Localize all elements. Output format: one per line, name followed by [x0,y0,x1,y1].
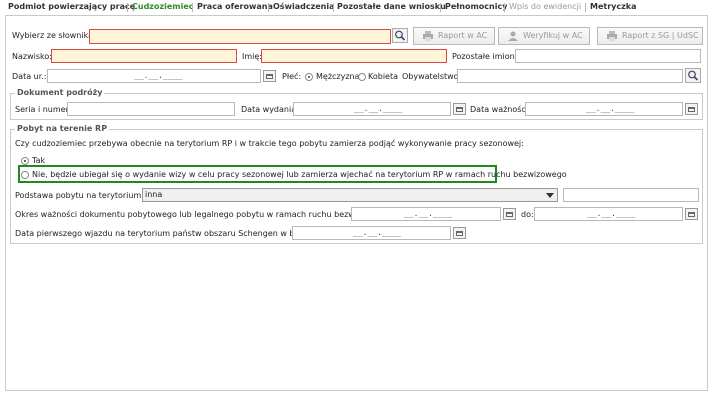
tab-pelnomocnicy[interactable]: Pełnomocnicy [445,1,507,13]
citizenship-label: Obywatelstwo: [402,72,462,81]
basis-select[interactable]: inna [142,188,558,202]
expiry-date-mask: __.__.____ [586,104,635,113]
validity-from-mask: __.__.____ [404,209,453,218]
basis-value: inna [145,190,163,199]
sex-female-radio[interactable] [358,73,366,81]
basis-label: Podstawa pobytu na terytorium RP: [15,191,157,200]
validity-label: Okres ważności dokumentu pobytowego lub … [15,210,403,219]
tab-separator [127,3,128,12]
weryfikuj-ac-label: Weryfikuj w AC [523,31,583,40]
issue-date-input[interactable]: __.__.____ [293,102,451,116]
surname-label: Nazwisko: [12,52,52,61]
calendar-icon[interactable] [453,227,466,239]
tab-metryczka[interactable]: Metryczka [590,1,637,13]
validity-to-input[interactable]: __.__.____ [534,207,683,221]
search-icon [395,30,406,41]
tab-wpis-do-ewidencji: Wpis do ewidencji [509,2,582,11]
calendar-icon[interactable] [685,208,698,220]
validity-to-label: do: [521,210,534,219]
tab-separator [585,3,586,12]
validity-to-mask: __.__.____ [587,209,636,218]
search-button[interactable] [392,28,408,43]
series-label: Seria i numer: [15,105,72,114]
firstname-input[interactable] [261,49,447,63]
birthdate-label: Data ur.: [12,72,47,81]
schengen-input[interactable]: __.__.____ [292,226,451,240]
tab-oswiadczenia[interactable]: Oświadczenia [273,1,334,13]
calendar-icon[interactable] [503,208,516,220]
expiry-date-input[interactable]: __.__.____ [525,102,683,116]
raport-ac-label: Raport w AC [438,31,488,40]
citizenship-search-button[interactable] [685,68,701,83]
chevron-down-icon [546,193,554,198]
validity-from-input[interactable]: __.__.____ [351,207,501,221]
user-icon [508,31,518,41]
search-icon [688,70,699,81]
sex-male-label: Mężczyzna [316,72,360,81]
birthdate-input[interactable]: __.__.____ [47,69,261,83]
weryfikuj-ac-button[interactable]: Weryfikuj w AC [498,27,590,45]
stay-question: Czy cudzoziemiec przebywa obecnie na ter… [15,139,524,148]
firstname-label: Imię: [242,52,262,61]
basis-extra-input[interactable] [563,188,699,202]
series-input[interactable] [67,102,235,116]
dictionary-input[interactable] [89,29,391,44]
tab-bar: Podmiot powierzający pracę Cudzoziemiec … [0,0,715,14]
calendar-icon[interactable] [453,103,466,115]
dictionary-label: Wybierz ze słownika: [12,31,96,40]
sex-label: Płeć: [282,72,302,81]
surname-input[interactable] [51,49,237,63]
printer-icon [423,31,433,41]
tab-separator [192,3,193,12]
tab-pozostale-dane[interactable]: Pozostałe dane wniosku [337,1,446,13]
travel-document-title: Dokument podróży [15,88,105,98]
tab-separator [268,3,269,12]
tab-separator [333,3,334,12]
stay-title: Pobyt na terenie RP [15,124,110,134]
stay-yes-radio[interactable] [21,157,29,165]
birthdate-mask: __.__.____ [134,71,183,80]
othernames-input[interactable] [515,49,701,63]
citizenship-input[interactable] [457,69,683,83]
issue-date-mask: __.__.____ [354,104,403,113]
schengen-label: Data pierwszego wjazdu na terytorium pań… [15,229,332,238]
raport-ac-button[interactable]: Raport w AC [413,27,495,45]
tab-separator [504,3,505,12]
calendar-icon[interactable] [685,103,698,115]
schengen-mask: __.__.____ [353,228,402,237]
stay-no-radio[interactable] [21,171,29,179]
calendar-icon[interactable] [263,70,276,82]
raport-sg-label: Raport z SG | UdSC [622,31,699,40]
tab-separator [440,3,441,12]
tab-podmiot[interactable]: Podmiot powierzający pracę [8,1,135,13]
stay-no-label: Nie, będzie ubiegał się o wydanie wizy w… [32,170,567,179]
othernames-label: Pozostałe imiona: [452,52,523,61]
expiry-date-label: Data ważności: [470,105,531,114]
tab-cudzoziemiec[interactable]: Cudzoziemiec [132,1,194,13]
tab-praca-oferowana[interactable]: Praca oferowana [197,1,273,13]
printer-icon [607,31,617,41]
issue-date-label: Data wydania: [241,105,299,114]
sex-female-label: Kobieta [368,72,399,81]
sex-male-radio[interactable] [305,73,313,81]
raport-sg-button[interactable]: Raport z SG | UdSC [597,27,703,45]
